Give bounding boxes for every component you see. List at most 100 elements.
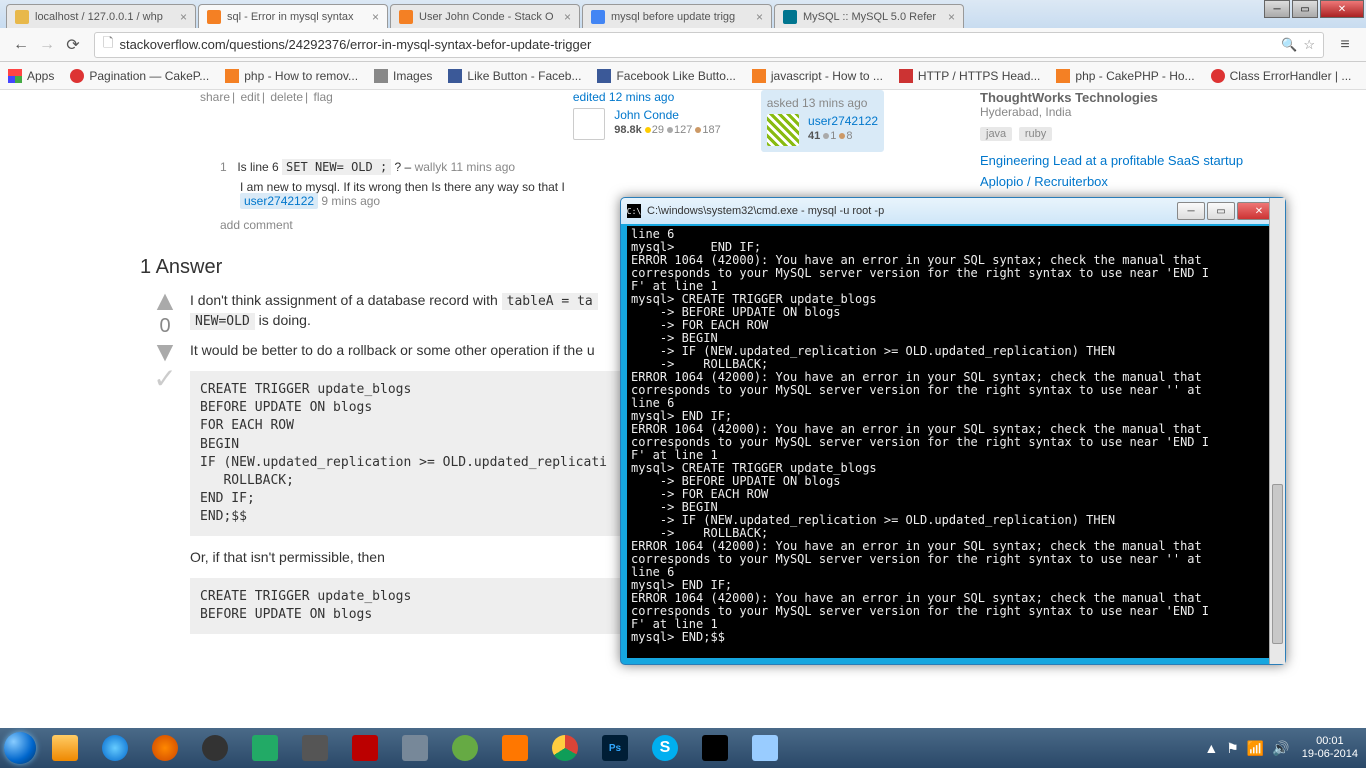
tab-title: mysql before update trigg [611,11,750,23]
company-card: ThoughtWorks Technologies Hyderabad, Ind… [980,90,1243,189]
taskbar-app[interactable] [291,731,339,765]
comment-user[interactable]: user2742122 [240,193,318,209]
bookmark-item[interactable]: javascript - How to ... [752,69,883,83]
cmd-icon: C:\ [627,204,641,218]
favicon-icon [591,10,605,24]
tab-close-icon[interactable]: × [756,10,763,24]
chrome-tab[interactable]: localhost / 127.0.0.1 / whp × [6,4,196,28]
chrome-tab-strip: localhost / 127.0.0.1 / whp × sql - Error… [0,0,1366,28]
bookmark-star-icon[interactable]: ☆ [1303,37,1315,53]
cmd-maximize-button[interactable]: ▭ [1207,202,1235,220]
back-button[interactable]: ← [8,32,34,58]
cmd-minimize-button[interactable]: ─ [1177,202,1205,220]
chrome-tab[interactable]: MySQL :: MySQL 5.0 Refer× [774,4,964,28]
bookmark-apps[interactable]: Apps [8,69,54,83]
bookmark-item[interactable]: Class ErrorHandler | ... [1211,69,1352,83]
tab-close-icon[interactable]: × [948,10,955,24]
bookmark-item[interactable]: Facebook Like Butto... [597,69,735,83]
taskbar-clock[interactable]: 00:01 19-06-2014 [1302,735,1358,761]
post-actions: share| edit| delete| flag edited 12 mins… [200,90,960,152]
delete-link[interactable]: delete [270,90,303,104]
score: 0 [140,315,190,338]
comment-user[interactable]: wallyk [415,160,448,174]
tag[interactable]: java [980,127,1012,141]
reload-button[interactable]: ⟳ [60,32,86,58]
vote-column: ▲ 0 ▼ ✓ [140,291,190,646]
chrome-toolbar: ← → ⟳ 🗋 stackoverflow.com/questions/2429… [0,28,1366,62]
editor-card: edited 12 mins ago John Conde 98.8k29127… [573,90,721,140]
chrome-tab[interactable]: mysql before update trigg × [582,4,772,28]
asked-time: asked 13 mins ago [767,96,878,110]
bookmark-item[interactable]: Pagination — CakeP... [70,69,209,83]
bookmark-item[interactable]: php - CakePHP - Ho... [1056,69,1194,83]
tab-close-icon[interactable]: × [564,10,571,24]
forward-button[interactable]: → [34,32,60,58]
asker-name[interactable]: user2742122 [808,114,878,128]
bookmark-item[interactable]: Images [374,69,432,83]
accept-check-icon[interactable]: ✓ [140,362,190,395]
tag[interactable]: ruby [1019,127,1052,141]
chrome-menu-button[interactable]: ≡ [1332,32,1358,58]
window-maximize-button[interactable]: ▭ [1292,0,1318,18]
page-icon: 🗋 [103,34,113,56]
tray-volume-icon[interactable]: 🔊 [1272,740,1289,757]
address-bar[interactable]: 🗋 stackoverflow.com/questions/24292376/e… [94,32,1324,58]
taskbar-skype[interactable]: S [641,731,689,765]
favicon-icon [374,69,388,83]
window-minimize-button[interactable]: ─ [1264,0,1290,18]
flag-link[interactable]: flag [314,90,333,104]
taskbar-explorer[interactable] [41,731,89,765]
tab-close-icon[interactable]: × [180,10,187,24]
taskbar-notepad[interactable] [741,731,789,765]
start-button[interactable] [0,728,40,768]
favicon-icon [899,69,913,83]
avatar [767,114,799,146]
tray-network-icon[interactable]: 📶 [1247,740,1264,757]
tab-close-icon[interactable]: × [372,10,379,24]
cmd-scrollbar[interactable] [1269,198,1285,664]
upvote-button[interactable]: ▲ [140,291,190,311]
share-link[interactable]: share [200,90,230,104]
job-link[interactable]: Engineering Lead at a profitable SaaS st… [980,153,1243,168]
chrome-tab[interactable]: User John Conde - Stack O× [390,4,580,28]
cmd-title: C:\windows\system32\cmd.exe - mysql -u r… [647,205,1175,217]
window-close-button[interactable]: ✕ [1320,0,1364,18]
taskbar-wmp[interactable] [141,731,189,765]
taskbar-photoshop[interactable]: Ps [591,731,639,765]
tray-flag-icon[interactable]: ⚑ [1226,740,1239,757]
favicon-icon [15,10,29,24]
cmd-titlebar[interactable]: C:\ C:\windows\system32\cmd.exe - mysql … [621,198,1285,224]
asker-card: asked 13 mins ago user2742122 4118 [761,90,884,152]
taskbar-app[interactable] [391,731,439,765]
cmd-window[interactable]: C:\ C:\windows\system32\cmd.exe - mysql … [620,197,1286,665]
taskbar-chrome[interactable] [541,731,589,765]
favicon-icon [1211,69,1225,83]
favicon-icon [783,10,797,24]
edit-link[interactable]: edit [241,90,260,104]
job-link[interactable]: Aplopio / Recruiterbox [980,174,1243,189]
favicon-icon [448,69,462,83]
bookmark-item[interactable]: php - How to remov... [225,69,358,83]
bookmark-item[interactable]: HTTP / HTTPS Head... [899,69,1040,83]
tab-title: localhost / 127.0.0.1 / whp [35,11,174,23]
taskbar-xampp[interactable] [491,731,539,765]
favicon-icon [1056,69,1070,83]
cmd-output[interactable]: line 6 mysql> END IF; ERROR 1064 (42000)… [627,226,1279,658]
bookmark-item[interactable]: Like Button - Faceb... [448,69,581,83]
scrollbar-thumb[interactable] [1272,484,1283,644]
windows-taskbar: Ps S ▲ ⚑ 📶 🔊 00:01 19-06-2014 [0,728,1366,768]
chrome-tab-active[interactable]: sql - Error in mysql syntax× [198,4,388,28]
taskbar-app[interactable] [441,731,489,765]
editor-name[interactable]: John Conde [614,108,679,122]
favicon-icon [752,69,766,83]
search-icon[interactable]: 🔍 [1281,37,1297,53]
taskbar-app[interactable] [191,731,239,765]
taskbar-filezilla[interactable] [341,731,389,765]
tray-expand-icon[interactable]: ▲ [1204,740,1218,756]
taskbar-ie[interactable] [91,731,139,765]
downvote-button[interactable]: ▼ [140,342,190,362]
favicon-icon [225,69,239,83]
taskbar-app[interactable] [241,731,289,765]
taskbar-cmd[interactable] [691,731,739,765]
avatar [573,108,605,140]
